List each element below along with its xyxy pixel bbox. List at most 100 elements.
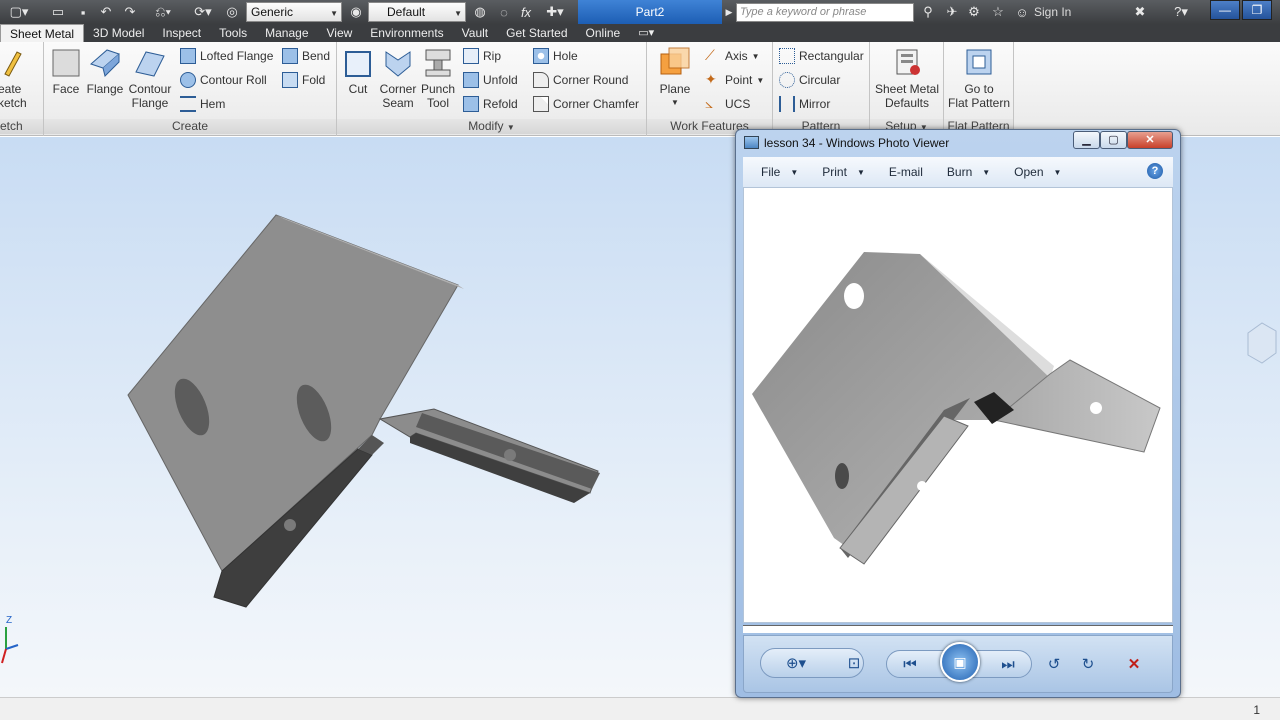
tab-view[interactable]: View: [318, 24, 362, 42]
sketch-pencil-icon: [4, 51, 22, 77]
group-modify-label[interactable]: Modify ▼: [337, 119, 646, 134]
bend-label: Bend: [302, 49, 331, 63]
page-number: 1: [1253, 703, 1260, 717]
user-icon[interactable]: ☺: [1014, 3, 1030, 21]
group-setup: Sheet Metal Defaults Setup ▼: [870, 42, 944, 136]
subscription-icon[interactable]: ⚙: [964, 3, 984, 21]
bend-button[interactable]: Bend: [282, 46, 330, 66]
punch-tool-label-2: Tool: [426, 96, 449, 110]
adjust-icon[interactable]: ◍: [470, 3, 490, 21]
open-file-icon[interactable]: ▭: [48, 3, 68, 21]
appearance-combo[interactable]: Default ▼: [368, 2, 466, 22]
cut-button[interactable]: Cut: [341, 46, 375, 96]
pv-help-icon[interactable]: ?: [1147, 163, 1163, 179]
tab-inspect[interactable]: Inspect: [153, 24, 210, 42]
point-button[interactable]: ✦ Point ▼: [705, 70, 764, 90]
fx-icon[interactable]: fx: [516, 3, 536, 21]
flat-pattern-icon: [966, 49, 992, 75]
next-icon[interactable]: ⏭: [996, 652, 1020, 676]
axis-button[interactable]: ⟋ Axis ▼: [705, 46, 760, 66]
corner-seam-button[interactable]: Corner Seam: [377, 46, 419, 110]
exchange-x-icon[interactable]: ✖: [1130, 3, 1150, 21]
redo-icon[interactable]: ↷: [120, 3, 140, 21]
customize-icon[interactable]: ✚▾: [540, 3, 570, 21]
create-sketch-button[interactable]: eate ketch: [0, 46, 40, 110]
mirror-button[interactable]: Mirror: [779, 94, 830, 114]
color-wheel-icon[interactable]: ◉: [346, 3, 366, 21]
clear-appearance-icon[interactable]: ◌: [494, 3, 514, 21]
corner-chamfer-button[interactable]: Corner Chamfer: [533, 94, 639, 114]
corner-round-label: Corner Round: [553, 73, 629, 87]
select-icon[interactable]: ◎: [222, 3, 242, 21]
ucs-button[interactable]: ⦣ UCS: [705, 94, 750, 114]
fold-button[interactable]: Fold: [282, 70, 325, 90]
tab-vault[interactable]: Vault: [453, 24, 497, 42]
bracket-photo: [752, 252, 1161, 565]
tab-sheet-metal[interactable]: Sheet Metal: [0, 24, 85, 42]
unfold-button[interactable]: Unfold: [463, 70, 518, 90]
return-icon[interactable]: ⎌▾: [150, 3, 176, 21]
panel-toggle-icon[interactable]: ▭▾: [629, 24, 663, 42]
face-button[interactable]: Face: [50, 46, 82, 96]
plane-button[interactable]: Plane ▼: [655, 46, 695, 110]
tab-online[interactable]: Online: [577, 24, 630, 42]
tab-tools[interactable]: Tools: [210, 24, 256, 42]
tab-get-started[interactable]: Get Started: [497, 24, 576, 42]
actual-size-icon[interactable]: ⊡: [842, 651, 866, 675]
help-icon[interactable]: ?▾: [1166, 3, 1196, 21]
punch-tool-button[interactable]: Punch Tool: [419, 46, 457, 110]
undo-icon[interactable]: ↶: [96, 3, 116, 21]
circular-label: Circular: [799, 73, 841, 87]
menu-open[interactable]: Open ▼: [1014, 165, 1061, 179]
go-to-flat-pattern-button[interactable]: Go to Flat Pattern: [946, 46, 1012, 110]
rotate-cw-icon[interactable]: ↻: [1076, 652, 1100, 676]
search-input[interactable]: Type a keyword or phrase: [736, 3, 914, 22]
zoom-icon[interactable]: ⊕▾: [784, 651, 808, 675]
update-icon[interactable]: ⟳▾: [190, 3, 216, 21]
menu-print[interactable]: Print ▼: [822, 165, 865, 179]
rectangular-pattern-button[interactable]: Rectangular: [779, 46, 864, 66]
communication-icon[interactable]: ✈: [942, 3, 962, 21]
sheet-metal-defaults-button[interactable]: Sheet Metal Defaults: [874, 46, 940, 110]
fold-label: Fold: [302, 73, 326, 87]
favorites-star-icon[interactable]: ☆: [988, 3, 1008, 21]
restore-button[interactable]: ❐: [1242, 0, 1272, 20]
binoculars-icon[interactable]: ⚲: [918, 3, 938, 21]
contour-flange-button[interactable]: Contour Flange: [128, 46, 172, 110]
hole-button[interactable]: Hole: [533, 46, 578, 66]
corner-seam-label-1: Corner: [379, 82, 417, 96]
tab-environments[interactable]: Environments: [361, 24, 452, 42]
minimize-button[interactable]: —: [1210, 0, 1240, 20]
sign-in-link[interactable]: Sign In: [1034, 5, 1071, 19]
pv-minimize-button[interactable]: ▁: [1073, 131, 1100, 149]
refold-button[interactable]: Refold: [463, 94, 518, 114]
rotate-ccw-icon[interactable]: ↺: [1042, 652, 1066, 676]
view-cube-icon[interactable]: [1244, 313, 1278, 373]
hem-button[interactable]: Hem: [180, 94, 225, 114]
photo-viewer-window[interactable]: lesson 34 - Windows Photo Viewer ▁ ▢ ✕ F…: [735, 129, 1181, 698]
lofted-flange-button[interactable]: Lofted Flange: [180, 46, 273, 66]
rip-button[interactable]: Rip: [463, 46, 501, 66]
menu-file[interactable]: File ▼: [761, 165, 798, 179]
previous-icon[interactable]: ⏮: [898, 652, 922, 676]
slideshow-icon[interactable]: ▣: [940, 642, 980, 682]
photo-viewer-app-icon: [744, 136, 759, 149]
delete-icon[interactable]: ✕: [1122, 652, 1146, 676]
pv-maximize-button[interactable]: ▢: [1100, 131, 1127, 149]
menu-burn[interactable]: Burn ▼: [947, 165, 990, 179]
tab-manage[interactable]: Manage: [256, 24, 317, 42]
menu-email[interactable]: E-mail: [889, 165, 923, 179]
new-file-icon[interactable]: ▢▾: [4, 3, 34, 21]
sheet-metal-part[interactable]: [0, 137, 700, 697]
style-combo[interactable]: Generic ▼: [246, 2, 342, 22]
ribbon-tabs: Sheet Metal 3D Model Inspect Tools Manag…: [0, 24, 1280, 42]
corner-round-button[interactable]: Corner Round: [533, 70, 628, 90]
contour-roll-button[interactable]: Contour Roll: [180, 70, 267, 90]
pv-close-button[interactable]: ✕: [1127, 131, 1173, 149]
search-arrow-icon[interactable]: ▶: [724, 3, 734, 21]
save-icon[interactable]: ▪: [74, 3, 92, 21]
tab-3d-model[interactable]: 3D Model: [84, 24, 153, 42]
document-title: Part2: [578, 0, 722, 24]
circular-pattern-button[interactable]: Circular: [779, 70, 840, 90]
flange-button[interactable]: Flange: [86, 46, 124, 96]
